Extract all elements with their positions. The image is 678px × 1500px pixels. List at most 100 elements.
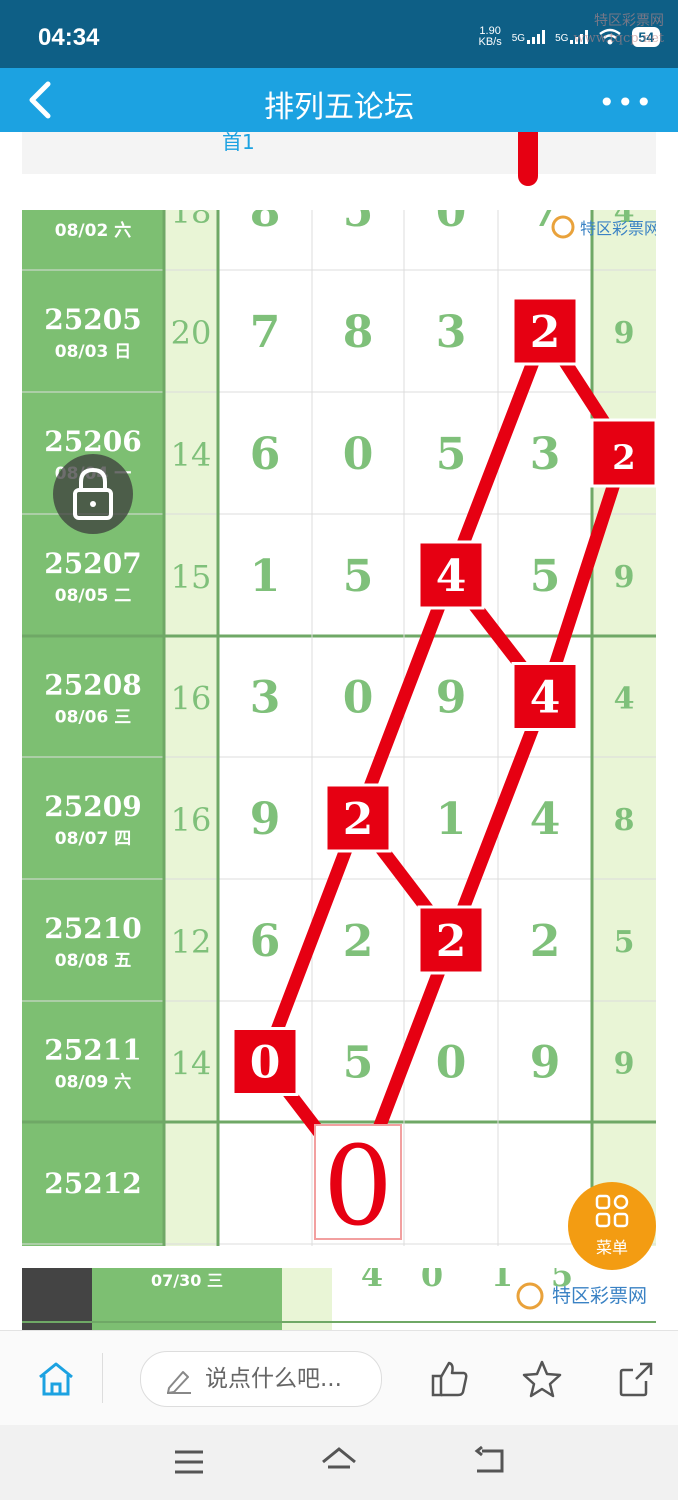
system-nav-bar xyxy=(0,1425,678,1500)
menu-label: 菜单 xyxy=(595,1238,628,1257)
watermark-text: 特区彩票网 xyxy=(580,219,656,238)
digit-cell: 1 xyxy=(250,551,281,602)
digit-cell: 4 xyxy=(614,682,635,717)
issue-date: 08/07 四 xyxy=(55,829,131,849)
page-title: 排列五论坛 xyxy=(264,90,414,125)
signal-icon-1: 5G xyxy=(512,30,546,44)
sum-value: 16 xyxy=(171,801,212,839)
digit-cell: 5 xyxy=(436,429,467,480)
issue-date: 08/09 六 xyxy=(55,1072,131,1093)
digit-cell: 9 xyxy=(614,560,635,595)
post-content[interactable]: 首1 08/02 六18850742520508/03 日20783292520… xyxy=(0,132,678,1330)
divider xyxy=(102,1353,103,1403)
red-marker xyxy=(518,132,538,186)
preview-dark-cell xyxy=(22,1268,92,1330)
network-speed: 1.90 KB/s xyxy=(478,25,502,48)
more-icon[interactable]: ••• xyxy=(598,86,654,119)
digit-cell: 8 xyxy=(614,803,635,838)
digit-cell: 7 xyxy=(250,307,281,358)
pencil-icon xyxy=(167,1371,191,1394)
issue-number: 25209 xyxy=(44,790,141,823)
digit-cell: 5 xyxy=(343,551,374,602)
issue-number: 25212 xyxy=(44,1167,141,1200)
issue-number: 25207 xyxy=(44,547,141,580)
grid-icon xyxy=(595,1194,629,1228)
sum-value: 14 xyxy=(171,1045,212,1083)
digit-cell: 5 xyxy=(530,551,561,602)
issue-number: 25208 xyxy=(44,669,141,702)
issue-number: 25205 xyxy=(44,303,141,336)
preview-digit: 0 xyxy=(421,1268,443,1294)
sum-value: 14 xyxy=(171,436,212,474)
sum-value: 18 xyxy=(171,210,212,231)
comment-input[interactable]: 说点什么吧... xyxy=(140,1351,382,1407)
action-bar: 说点什么吧... xyxy=(0,1330,678,1426)
digit-cell: 8 xyxy=(343,307,374,358)
digit-cell: 0 xyxy=(436,210,467,237)
preview-digit: 4 xyxy=(361,1268,383,1294)
digit-cell: 3 xyxy=(436,307,467,358)
extra-column-bg xyxy=(592,210,656,1246)
lock-button[interactable] xyxy=(53,454,133,534)
digit-cell: 9 xyxy=(250,794,281,845)
issue-date: 08/08 五 xyxy=(55,951,131,971)
watermark-top: 特区彩票网 www.tqcp.net xyxy=(573,13,664,46)
highlight-digit: 0 xyxy=(250,1038,281,1089)
highlight-digit: 4 xyxy=(530,673,561,724)
digit-cell: 1 xyxy=(436,794,467,845)
digit-cell: 2 xyxy=(530,916,561,967)
top-strip: 首1 xyxy=(22,132,656,174)
digit-cell: 9 xyxy=(614,316,635,351)
trend-chart: 08/02 六18850742520508/03 日20783292520608… xyxy=(22,210,656,1246)
digit-cell: 9 xyxy=(614,1047,635,1082)
next-chart-svg: 07/30 三 4 0 1 5特区彩票网 xyxy=(22,1268,656,1330)
digit-cell: 4 xyxy=(530,794,561,845)
back-nav-icon[interactable] xyxy=(472,1445,506,1477)
app-bar: 排列五论坛 ••• xyxy=(0,68,678,132)
digit-cell: 2 xyxy=(343,916,374,967)
issue-date: 08/03 日 xyxy=(55,342,131,362)
digit-cell: 5 xyxy=(343,210,374,237)
digit-cell: 0 xyxy=(436,1038,467,1089)
digit-cell: 0 xyxy=(343,673,374,724)
share-icon[interactable] xyxy=(616,1359,656,1399)
star-icon[interactable] xyxy=(522,1359,562,1399)
highlight-digit: 2 xyxy=(530,307,561,358)
trend-chart-svg: 08/02 六18850742520508/03 日20783292520608… xyxy=(22,210,656,1246)
preview-date: 07/30 三 xyxy=(151,1271,223,1290)
digit-cell: 9 xyxy=(436,673,467,724)
status-bar: 04:34 1.90 KB/s 5G 5G 54 特区彩票网 www.tqcp.n… xyxy=(0,0,678,68)
digit-cell: 8 xyxy=(250,210,281,237)
highlight-digit: 4 xyxy=(436,551,467,602)
sum-value: 16 xyxy=(171,680,212,718)
digit-cell: 5 xyxy=(343,1038,374,1089)
digit-cell: 0 xyxy=(343,429,374,480)
digit-cell: 6 xyxy=(250,916,281,967)
menu-icon[interactable] xyxy=(172,1447,206,1477)
sum-value: 20 xyxy=(171,314,212,352)
digit-cell: 6 xyxy=(250,429,281,480)
preview-digit: 1 xyxy=(491,1268,513,1294)
menu-fab[interactable]: 菜单 xyxy=(568,1182,656,1270)
issue-date: 08/06 三 xyxy=(55,708,131,728)
home-nav-icon[interactable] xyxy=(320,1445,358,1477)
preview-sum-bg xyxy=(282,1268,332,1330)
prediction-digit: 0 xyxy=(323,1122,393,1246)
highlight-digit: 2 xyxy=(343,794,374,845)
issue-number: 25211 xyxy=(44,1034,141,1067)
sum-value: 15 xyxy=(171,558,212,596)
highlight-digit: 2 xyxy=(612,438,636,478)
lock-icon xyxy=(73,467,113,520)
digit-cell: 3 xyxy=(250,673,281,724)
home-icon[interactable] xyxy=(36,1361,76,1397)
sum-value: 12 xyxy=(171,923,212,961)
next-chart-preview: 07/30 三 4 0 1 5 特区彩票网 xyxy=(22,1268,656,1330)
digit-cell: 3 xyxy=(530,429,561,480)
like-icon[interactable] xyxy=(430,1359,470,1399)
issue-number: 25210 xyxy=(44,912,141,945)
sum-column-bg xyxy=(164,210,218,1246)
issue-date: 08/05 二 xyxy=(55,586,131,606)
highlight-digit: 2 xyxy=(436,916,467,967)
issue-date: 08/02 六 xyxy=(55,220,131,241)
watermark-bottom: 特区彩票网 xyxy=(552,1285,647,1307)
